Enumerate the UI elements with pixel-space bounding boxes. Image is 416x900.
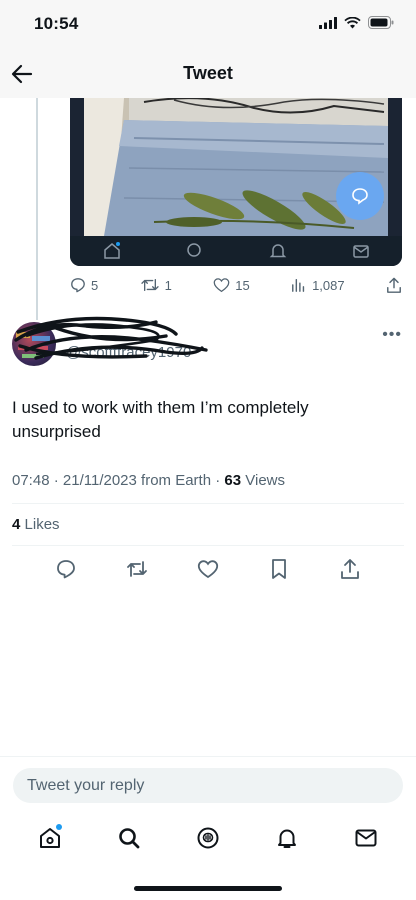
bell-icon: [278, 829, 297, 848]
search-icon: [118, 828, 140, 849]
bookmark-button[interactable]: [266, 556, 292, 582]
parent-reply-button[interactable]: 5: [70, 277, 98, 293]
parent-reply-count: 5: [91, 277, 99, 293]
reply-box: [13, 768, 403, 803]
tweet-date: 21/11/2023: [62, 472, 137, 489]
parent-share-button[interactable]: [386, 277, 402, 294]
tab-messages[interactable]: [351, 823, 381, 853]
share-icon: [341, 559, 360, 579]
parent-like-count: 15: [235, 277, 250, 293]
tweet-text: I used to work with them I’m completely …: [12, 398, 309, 441]
reply-icon: [71, 278, 85, 293]
home-icon: [103, 242, 120, 259]
signal-icon: [319, 16, 337, 29]
likes-count: 4: [12, 516, 21, 533]
tweet-meta: 07:48 · 21/11/2023 from Earth · 63 Views: [12, 472, 285, 489]
photo-content: [84, 98, 388, 236]
wifi-icon: [344, 16, 361, 28]
parent-like-button[interactable]: 15: [213, 277, 250, 293]
parent-views-count: 1,087: [312, 277, 345, 293]
heart-icon: [213, 278, 230, 293]
media-photo: [84, 98, 388, 236]
status-bar: 10:54: [0, 0, 416, 50]
tweet-time: 07:48: [12, 472, 50, 489]
reply-input[interactable]: [13, 768, 403, 803]
thread-line: [36, 98, 38, 320]
status-time: 10:54: [34, 14, 79, 33]
meta-separator: ·: [53, 472, 59, 489]
tweet-actions: [0, 556, 416, 582]
search-icon: [186, 243, 201, 257]
views-label: Views: [245, 472, 286, 489]
bottom-tab-bar: [0, 820, 416, 856]
spaces-icon: [197, 827, 219, 849]
retweet-icon: [126, 561, 147, 577]
views-count: 63: [224, 472, 242, 489]
page-title: Tweet: [183, 63, 233, 83]
parent-tweet-media[interactable]: [70, 98, 402, 266]
mail-icon: [352, 245, 369, 258]
tab-search[interactable]: [114, 823, 144, 853]
tweet-source: from Earth: [141, 472, 212, 489]
divider: [12, 503, 404, 504]
tab-spaces[interactable]: [193, 823, 223, 853]
meta-separator: ·: [215, 472, 221, 489]
parent-retweet-count: 1: [164, 277, 172, 293]
divider: [0, 756, 416, 757]
media-compose-button: [336, 172, 384, 220]
battery-icon: [368, 16, 394, 29]
bar-chart-icon: [292, 278, 305, 292]
likes-stat[interactable]: 4 Likes: [12, 516, 60, 533]
retweet-icon: [140, 279, 159, 291]
share-icon: [387, 277, 401, 293]
notification-dot: [55, 824, 62, 830]
home-indicator[interactable]: [134, 886, 282, 891]
more-options-button[interactable]: •••: [382, 326, 402, 344]
bookmark-icon: [272, 559, 287, 579]
share-button[interactable]: [337, 556, 363, 582]
parent-tweet-actions: 5 1 15 1,087: [70, 274, 402, 296]
mail-icon: [355, 829, 377, 847]
tab-home[interactable]: [35, 823, 65, 853]
reply-icon: [56, 560, 75, 579]
chat-bubble-icon: [352, 188, 368, 205]
likes-label: Likes: [24, 516, 60, 533]
reply-button[interactable]: [53, 556, 79, 582]
media-navbar: [70, 236, 402, 266]
tab-notifications[interactable]: [272, 823, 302, 853]
heart-icon: [197, 560, 219, 579]
retweet-button[interactable]: [124, 556, 150, 582]
status-icons: [319, 16, 394, 29]
parent-retweet-button[interactable]: 1: [140, 277, 172, 293]
bell-icon: [269, 244, 286, 258]
divider: [12, 545, 404, 546]
redaction-scribble: [14, 316, 208, 360]
parent-views-button[interactable]: 1,087: [291, 277, 345, 293]
header: Tweet: [0, 50, 416, 98]
like-button[interactable]: [195, 556, 221, 582]
